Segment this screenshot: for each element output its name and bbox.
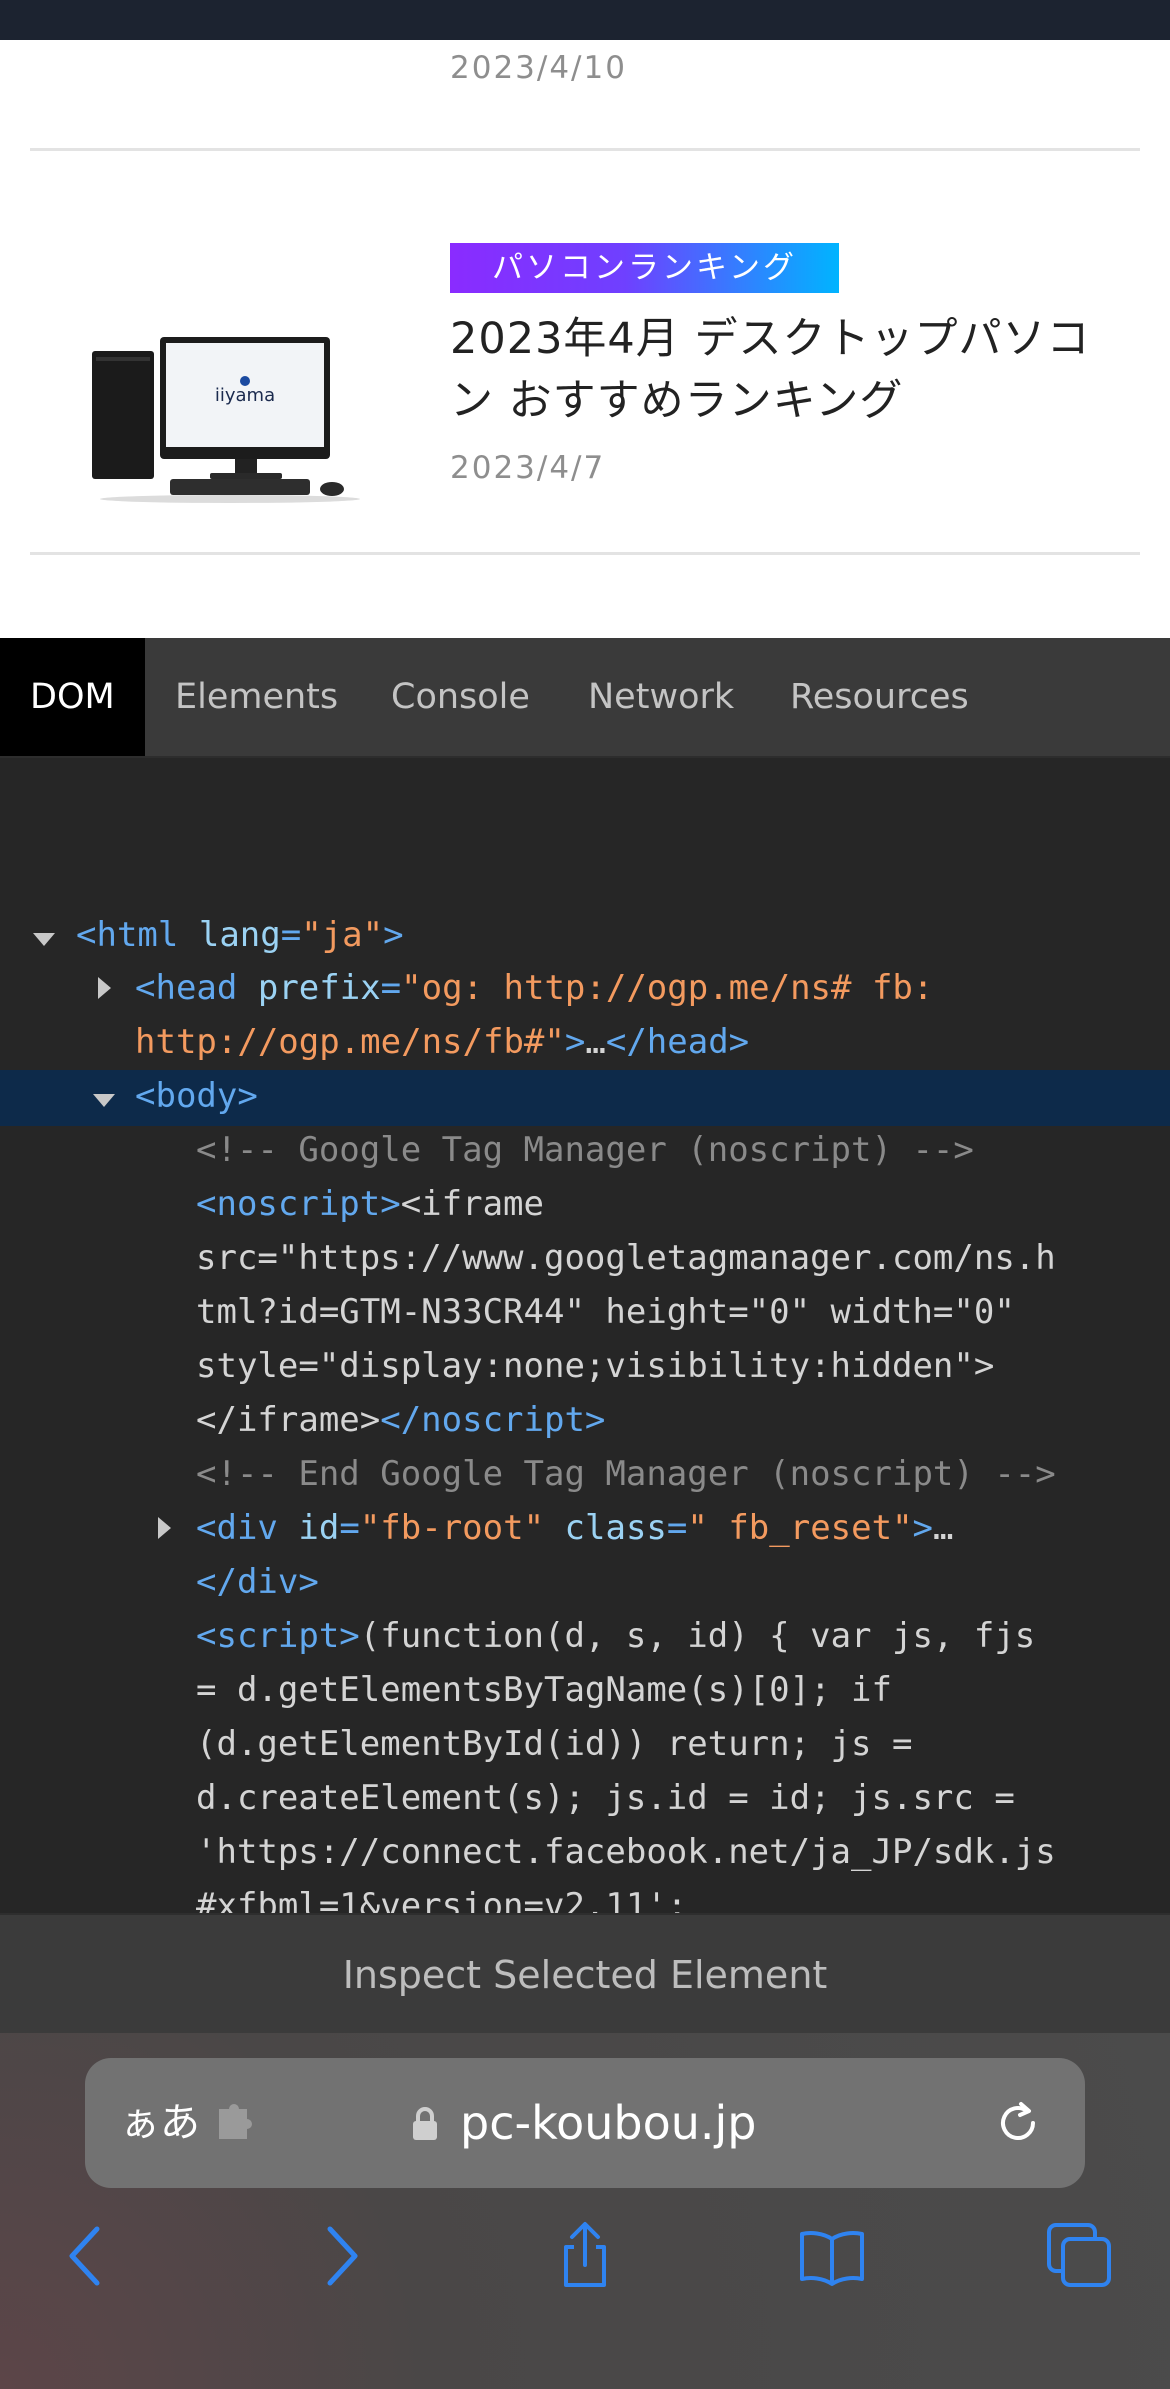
bookmarks-icon[interactable] [797, 2221, 867, 2291]
browser-toolbar: ぁあ pc-koubou.jp [0, 2033, 1170, 2389]
extension-icon[interactable] [215, 2103, 255, 2141]
dom-text[interactable]: #xfbml=1&version=v2.11'; [196, 1879, 687, 1913]
dom-text[interactable]: d.createElement(s); js.id = id; js.src = [196, 1771, 1015, 1825]
dom-node-div-close[interactable]: </div> [196, 1555, 319, 1609]
dom-node-noscript[interactable]: <noscript><iframe [196, 1177, 544, 1231]
dom-comment[interactable]: <!-- End Google Tag Manager (noscript) -… [196, 1447, 1056, 1501]
divider [30, 148, 1140, 151]
dom-text[interactable]: = d.getElementsByTagName(s)[0]; if [196, 1663, 892, 1717]
divider [30, 552, 1140, 555]
article-date: 2023/4/7 [450, 450, 606, 486]
dom-node-body[interactable]: <body> [135, 1069, 258, 1123]
collapse-triangle-icon[interactable] [33, 933, 55, 946]
article-title[interactable]: 2023年4月 デスクトップパソコン おすすめランキング [450, 308, 1130, 432]
tab-elements[interactable]: Elements [175, 638, 338, 756]
dom-text[interactable]: tml?id=GTM-N33CR44" height="0" width="0" [196, 1285, 1015, 1339]
tab-network[interactable]: Network [588, 638, 734, 756]
tab-dom[interactable]: DOM [0, 638, 145, 756]
domain-text[interactable]: pc-koubou.jp [460, 2058, 756, 2188]
forward-icon[interactable] [305, 2221, 375, 2291]
thumbnail-brand-text: iiyama [215, 385, 275, 406]
expand-triangle-icon[interactable] [98, 977, 111, 999]
tabs-icon[interactable] [1045, 2221, 1115, 2291]
dom-node-head-cont[interactable]: http://ogp.me/ns/fb#">…</head> [135, 1015, 749, 1069]
dom-node-div[interactable]: <div id="fb-root" class=" fb_reset">… [196, 1501, 954, 1555]
dom-node-html[interactable]: <html lang="ja"> [76, 908, 404, 962]
text-size-button[interactable]: ぁあ [120, 2058, 200, 2188]
dom-text[interactable]: src="https://www.googletagmanager.com/ns… [196, 1231, 1056, 1285]
devtools-tab-bar: DOM Elements Console Network Resources [0, 638, 1170, 758]
collapse-triangle-icon[interactable] [93, 1094, 115, 1107]
address-bar[interactable]: ぁあ pc-koubou.jp [85, 2058, 1085, 2188]
back-icon[interactable] [52, 2221, 122, 2291]
dom-text[interactable]: </iframe></noscript> [196, 1393, 605, 1447]
dom-tree[interactable]: <html lang="ja"> <head prefix="og: http:… [0, 758, 1170, 1913]
dom-node-head[interactable]: <head prefix="og: http://ogp.me/ns# fb: [135, 961, 933, 1015]
dom-node-script[interactable]: <script>(function(d, s, id) { var js, fj… [196, 1609, 1035, 1663]
article-thumbnail[interactable]: iiyama [80, 265, 370, 505]
dom-text[interactable]: style="display:none;visibility:hidden"> [196, 1339, 994, 1393]
tab-resources[interactable]: Resources [790, 638, 969, 756]
dom-text[interactable]: (d.getElementById(id)) return; js = [196, 1717, 912, 1771]
status-bar [0, 0, 1170, 40]
prev-article-date: 2023/4/10 [450, 50, 627, 86]
dom-comment[interactable]: <!-- Google Tag Manager (noscript) --> [196, 1123, 974, 1177]
tab-console[interactable]: Console [391, 638, 530, 756]
share-icon[interactable] [550, 2221, 620, 2291]
dom-text[interactable]: 'https://connect.facebook.net/ja_JP/sdk.… [196, 1825, 1056, 1879]
lock-icon [413, 2107, 437, 2140]
webpage-content[interactable]: 2023/4/10 iiyama パソコンランキング 2023年4月 デスクトッ… [0, 40, 1170, 638]
inspect-selected-element-button[interactable]: Inspect Selected Element [0, 1913, 1170, 2035]
expand-triangle-icon[interactable] [158, 1517, 171, 1539]
reload-icon[interactable] [993, 2098, 1043, 2148]
category-badge[interactable]: パソコンランキング [450, 243, 839, 293]
